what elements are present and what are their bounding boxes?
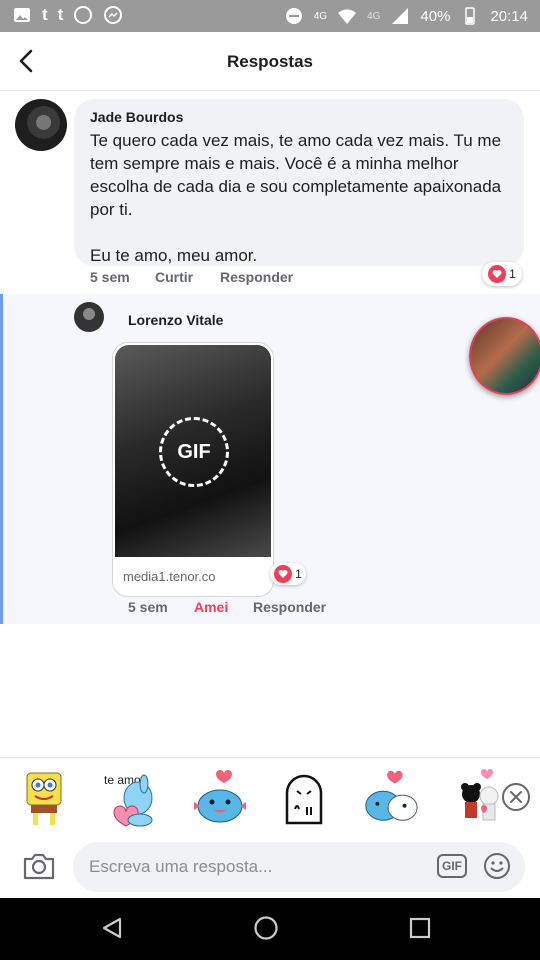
reply-author[interactable]: Lorenzo Vitale (128, 312, 223, 328)
reaction-count: 1 (295, 567, 302, 581)
dnd-icon (285, 8, 302, 24)
tumblr-icon: t (42, 5, 48, 24)
tumblr-icon-2: t (57, 5, 64, 24)
sticker-tray: te amo (0, 757, 540, 838)
gallery-icon (14, 8, 30, 22)
battery-percent: 40% (420, 7, 451, 25)
gif-attachment[interactable]: GIF media1.tenor.co (112, 342, 274, 597)
navigation-bar (0, 898, 540, 960)
reply-reaction-badge[interactable]: 1 (270, 563, 306, 585)
gif-image[interactable]: GIF (115, 345, 271, 557)
blue-cat-hug-sticker[interactable] (360, 768, 420, 828)
wifi-icon (338, 9, 357, 24)
camera-icon[interactable] (22, 851, 56, 881)
battery-icon (465, 7, 476, 25)
clock: 20:14 (490, 7, 528, 25)
spongebob-sticker[interactable] (14, 768, 74, 828)
emoji-icon[interactable] (483, 852, 511, 880)
comment-bubble: Jade Bourdos Te quero cada vez mais, te … (74, 99, 524, 266)
te-amo-dog-sticker[interactable]: te amo (100, 768, 160, 828)
reply-time: 5 sem (128, 599, 168, 615)
couple-sticker[interactable] (450, 768, 510, 828)
header: Respostas (0, 32, 540, 91)
love-reaction-icon (274, 565, 293, 583)
signal-icon (392, 8, 409, 24)
gif-button[interactable]: GIF (437, 854, 467, 878)
nav-recents-icon[interactable] (408, 916, 432, 940)
reply-button[interactable]: Responder (253, 599, 326, 615)
status-bar: t t 4G 4G 40% 20:14 (0, 0, 540, 32)
reaction-count: 1 (509, 267, 516, 281)
avatar[interactable] (15, 99, 67, 151)
blue-cat-hearts-sticker[interactable] (190, 768, 250, 828)
nav-back-icon[interactable] (100, 916, 124, 940)
close-stickers-button[interactable] (502, 783, 530, 811)
ghost-sticker[interactable] (274, 768, 334, 828)
gif-play-badge[interactable]: GIF (159, 417, 229, 487)
reply-input[interactable] (87, 856, 421, 878)
comment-time: 5 sem (90, 269, 130, 285)
messenger-icon (104, 6, 123, 24)
gif-source-link[interactable]: media1.tenor.co (123, 569, 216, 584)
comment-text: Te quero cada vez mais, te amo cada vez … (90, 131, 502, 265)
composer: GIF (0, 838, 540, 898)
comment-author[interactable]: Jade Bourdos (90, 109, 508, 125)
love-reaction-icon (488, 265, 507, 283)
love-button[interactable]: Amei (194, 599, 228, 615)
reaction-count-badge[interactable]: 1 (482, 262, 522, 286)
page-title: Respostas (227, 52, 313, 71)
nav-home-icon[interactable] (253, 915, 279, 941)
whatsapp-icon (74, 6, 93, 24)
close-icon (510, 791, 522, 803)
network-label: 4G (313, 10, 328, 22)
network-label-2: 4G (367, 10, 381, 22)
reply-button[interactable]: Responder (220, 269, 293, 285)
chat-head-avatar[interactable] (469, 317, 540, 395)
reply-input-container: GIF (73, 842, 525, 892)
like-button[interactable]: Curtir (155, 269, 193, 285)
reply-avatar[interactable] (74, 302, 104, 332)
